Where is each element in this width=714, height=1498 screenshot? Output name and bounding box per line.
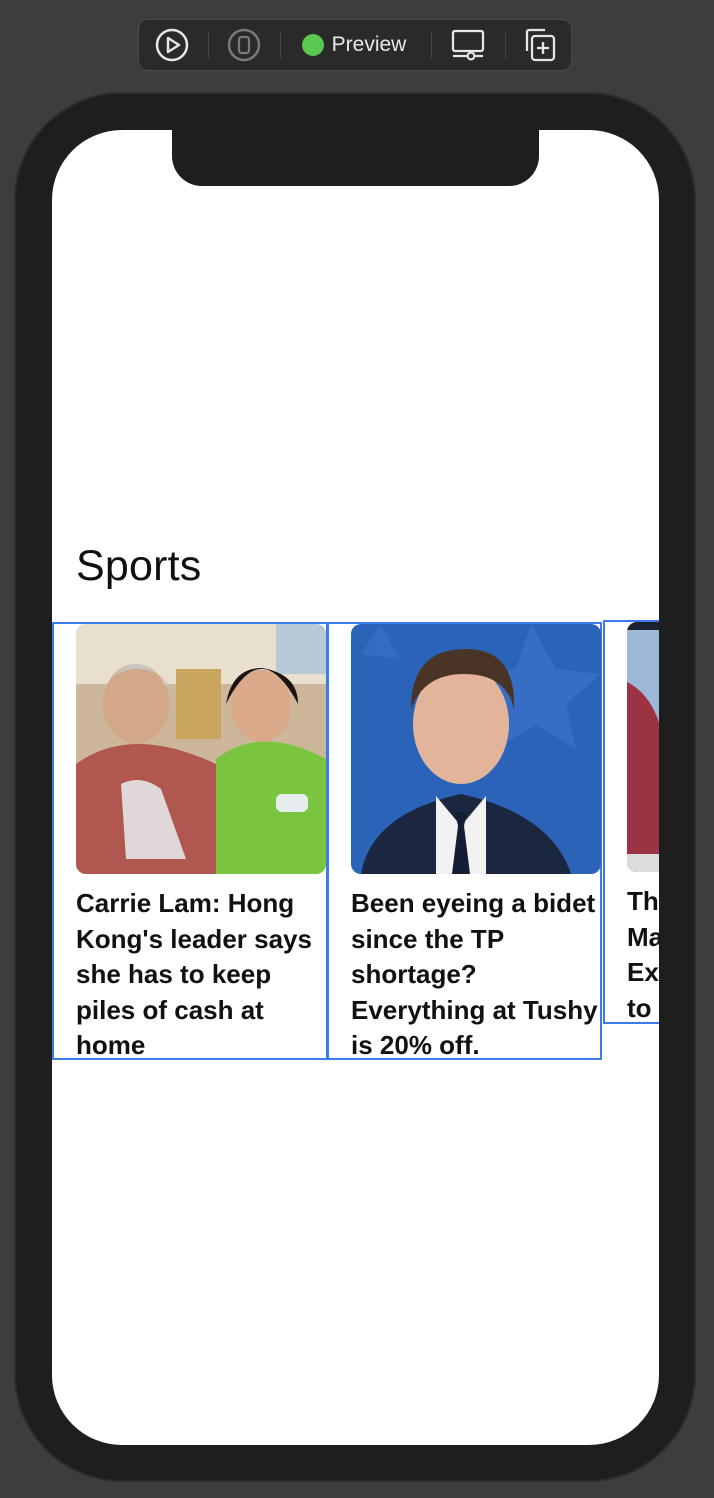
toolbar-divider: [280, 31, 281, 59]
duplicate-add-icon: [525, 28, 556, 62]
news-card-title: Been eyeing a bidet since the TP shortag…: [351, 888, 598, 1060]
duplicate-preview-button[interactable]: [520, 20, 558, 70]
device-screen: Sports Carrie Lam: Hong Kong's leader sa…: [52, 130, 659, 1445]
toolbar-divider: [431, 31, 432, 59]
news-card-image: [76, 624, 326, 874]
preview-label: Preview: [331, 33, 407, 56]
news-card-title: Carrie Lam: Hong Kong's leader says she …: [76, 888, 312, 1060]
canvas-toolbar: Preview: [138, 19, 572, 71]
news-card-image: [627, 622, 659, 872]
preview-button[interactable]: Preview: [295, 20, 413, 70]
on-device-button[interactable]: [226, 20, 262, 70]
play-icon: [155, 28, 189, 62]
live-preview-button[interactable]: [153, 20, 191, 70]
toolbar-divider: [505, 31, 506, 59]
device-icon: [227, 28, 261, 62]
display-settings-button[interactable]: [448, 20, 488, 70]
news-card[interactable]: Th Ma Ex to: [603, 620, 659, 1024]
toolbar-divider: [208, 31, 209, 59]
display-settings-icon: [451, 29, 485, 61]
news-card-image: [351, 624, 601, 874]
preview-status-dot: [301, 34, 324, 56]
news-card-title: Th Ma Ex to: [627, 886, 659, 1023]
section-title: Sports: [76, 542, 202, 590]
device-notch: [172, 130, 539, 186]
news-card[interactable]: Carrie Lam: Hong Kong's leader says she …: [52, 622, 328, 1060]
news-card[interactable]: Been eyeing a bidet since the TP shortag…: [327, 622, 602, 1060]
